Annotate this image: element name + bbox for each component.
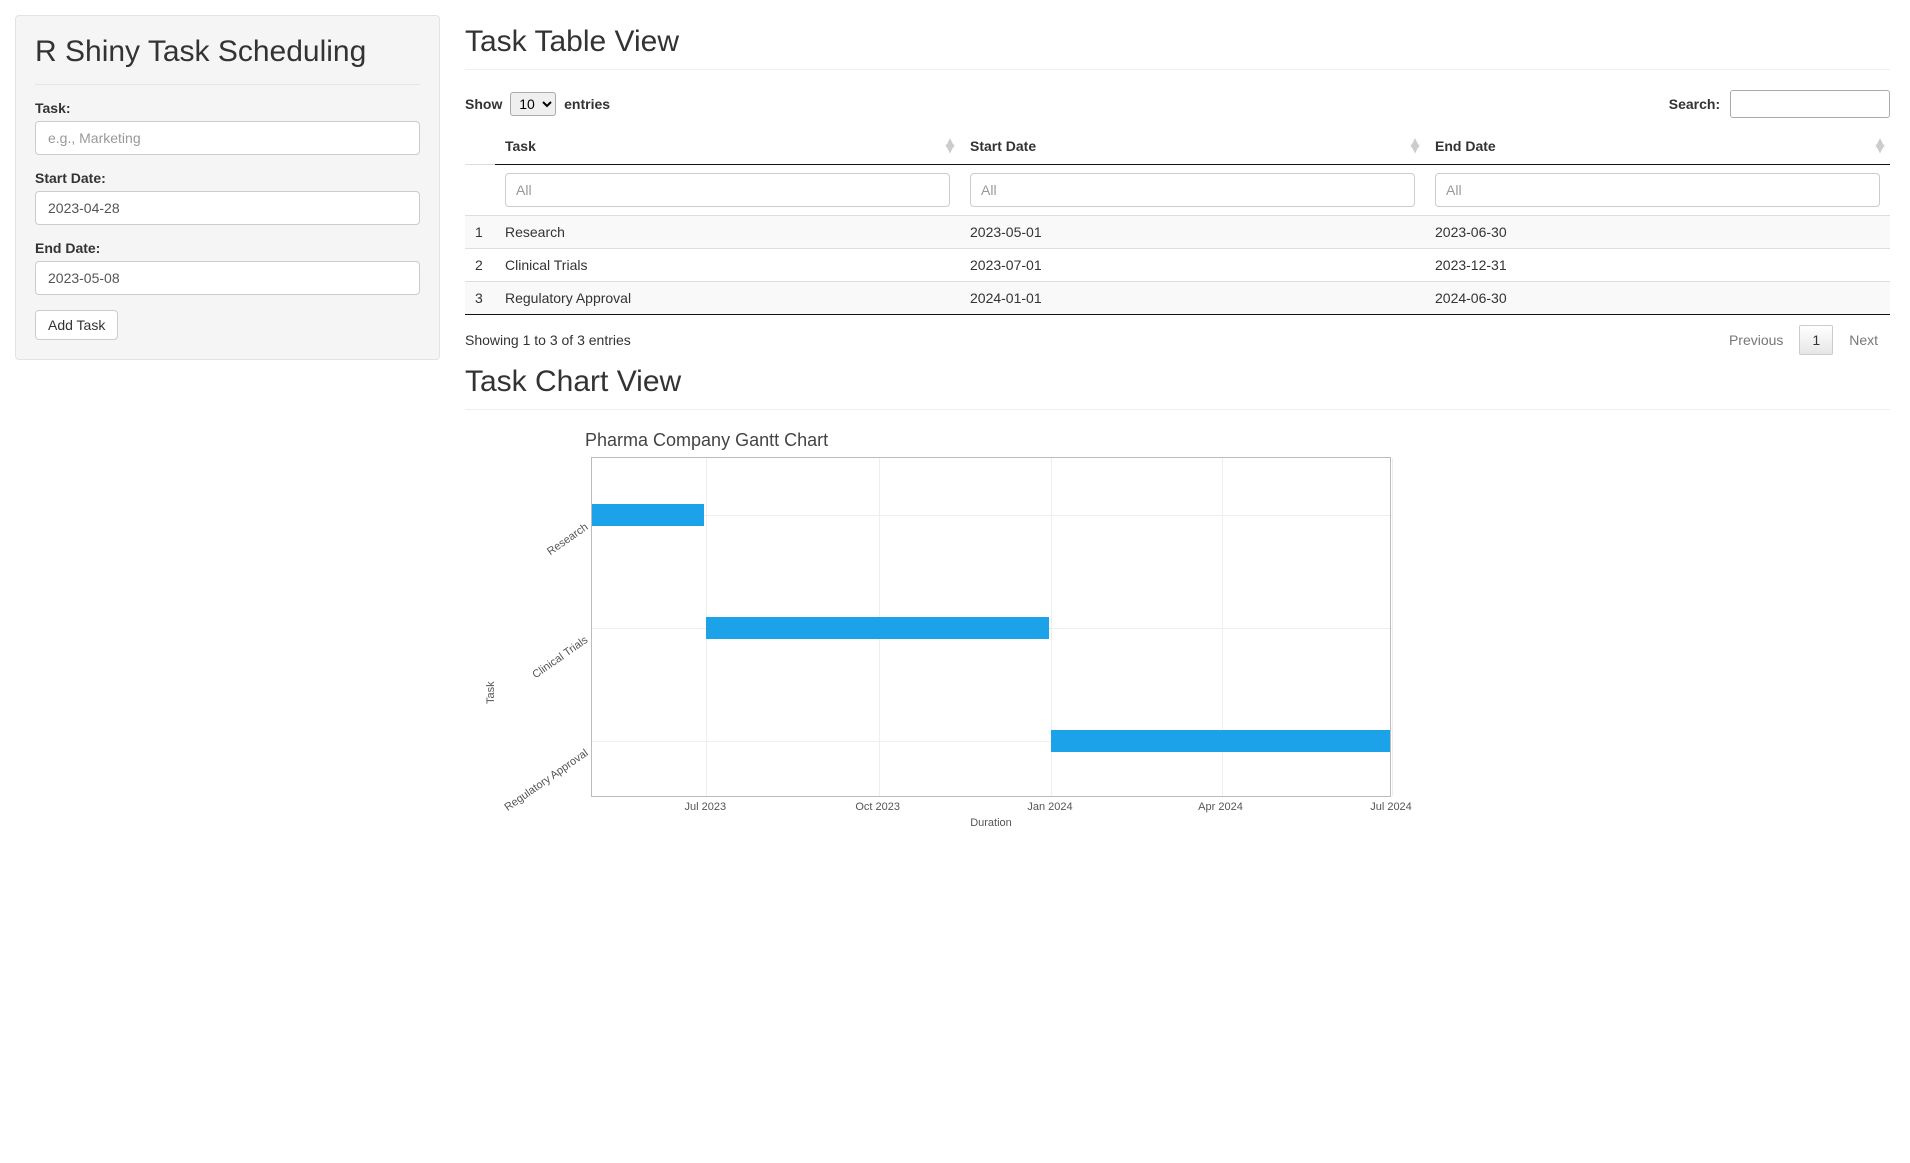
plot-area[interactable] xyxy=(591,457,1391,797)
gridline xyxy=(592,515,1390,516)
filter-start-input[interactable] xyxy=(970,173,1415,207)
cell-task: Regulatory Approval xyxy=(495,282,960,315)
task-label: Task: xyxy=(35,100,420,116)
gantt-bar[interactable] xyxy=(706,617,1049,639)
cell-index: 3 xyxy=(465,282,495,315)
x-tick-label: Oct 2023 xyxy=(855,801,900,813)
entries-length: Show 10 entries xyxy=(465,92,610,116)
task-table: Task ▴▾ Start Date ▴▾ End Date ▴▾ xyxy=(465,128,1890,315)
col-task[interactable]: Task ▴▾ xyxy=(495,128,960,165)
next-button[interactable]: Next xyxy=(1837,326,1890,354)
table-info: Showing 1 to 3 of 3 entries xyxy=(465,332,631,348)
filter-end-input[interactable] xyxy=(1435,173,1880,207)
col-start[interactable]: Start Date ▴▾ xyxy=(960,128,1425,165)
search-input[interactable] xyxy=(1730,90,1890,118)
y-axis-label: Task xyxy=(485,457,497,829)
table-view-heading: Task Table View xyxy=(465,25,1890,59)
table-row: 3 Regulatory Approval 2024-01-01 2024-06… xyxy=(465,282,1890,315)
cell-index: 1 xyxy=(465,216,495,249)
x-tick-label: Jan 2024 xyxy=(1027,801,1072,813)
task-input[interactable] xyxy=(35,121,420,155)
sort-icon: ▴▾ xyxy=(946,140,954,152)
col-start-label: Start Date xyxy=(970,138,1036,154)
x-tick-label: Jul 2024 xyxy=(1370,801,1412,813)
cell-start: 2023-07-01 xyxy=(960,249,1425,282)
entries-select[interactable]: 10 xyxy=(510,92,556,116)
y-tick-label: Clinical Trials xyxy=(530,634,590,681)
search-label: Search: xyxy=(1669,96,1720,112)
start-date-input[interactable] xyxy=(35,191,420,225)
start-date-label: Start Date: xyxy=(35,170,420,186)
cell-start: 2024-01-01 xyxy=(960,282,1425,315)
table-row: 2 Clinical Trials 2023-07-01 2023-12-31 xyxy=(465,249,1890,282)
cell-task: Clinical Trials xyxy=(495,249,960,282)
col-task-label: Task xyxy=(505,138,536,154)
divider xyxy=(35,84,420,85)
table-search: Search: xyxy=(1669,90,1890,118)
pagination: Previous 1 Next xyxy=(1717,325,1890,355)
show-label: Show xyxy=(465,96,502,112)
cell-index: 2 xyxy=(465,249,495,282)
sidebar-panel: R Shiny Task Scheduling Task: Start Date… xyxy=(15,15,440,360)
sort-icon: ▴▾ xyxy=(1876,140,1884,152)
table-row: 1 Research 2023-05-01 2023-06-30 xyxy=(465,216,1890,249)
x-tick-label: Apr 2024 xyxy=(1198,801,1243,813)
sort-icon: ▴▾ xyxy=(1411,140,1419,152)
divider xyxy=(465,69,1890,70)
col-index xyxy=(465,128,495,165)
col-end[interactable]: End Date ▴▾ xyxy=(1425,128,1890,165)
end-date-input[interactable] xyxy=(35,261,420,295)
y-tick-label: Regulatory Approval xyxy=(502,747,590,814)
x-axis-label: Duration xyxy=(591,817,1391,829)
cell-end: 2024-06-30 xyxy=(1425,282,1890,315)
cell-start: 2023-05-01 xyxy=(960,216,1425,249)
entries-label: entries xyxy=(564,96,610,112)
gantt-bar[interactable] xyxy=(592,504,704,526)
prev-button[interactable]: Previous xyxy=(1717,326,1795,354)
y-tick-label: Research xyxy=(545,521,590,558)
add-task-button[interactable]: Add Task xyxy=(35,310,118,340)
cell-task: Research xyxy=(495,216,960,249)
col-end-label: End Date xyxy=(1435,138,1496,154)
filter-task-input[interactable] xyxy=(505,173,950,207)
x-tick-label: Jul 2023 xyxy=(684,801,726,813)
page-1-button[interactable]: 1 xyxy=(1799,325,1833,355)
cell-end: 2023-06-30 xyxy=(1425,216,1890,249)
app-title: R Shiny Task Scheduling xyxy=(35,35,420,69)
chart-view-heading: Task Chart View xyxy=(465,365,1890,399)
end-date-label: End Date: xyxy=(35,240,420,256)
chart-title: Pharma Company Gantt Chart xyxy=(585,430,1890,451)
cell-end: 2023-12-31 xyxy=(1425,249,1890,282)
gridline xyxy=(1392,458,1393,796)
divider xyxy=(465,409,1890,410)
gantt-bar[interactable] xyxy=(1051,730,1390,752)
gantt-chart: Pharma Company Gantt Chart Task Research… xyxy=(485,430,1890,829)
